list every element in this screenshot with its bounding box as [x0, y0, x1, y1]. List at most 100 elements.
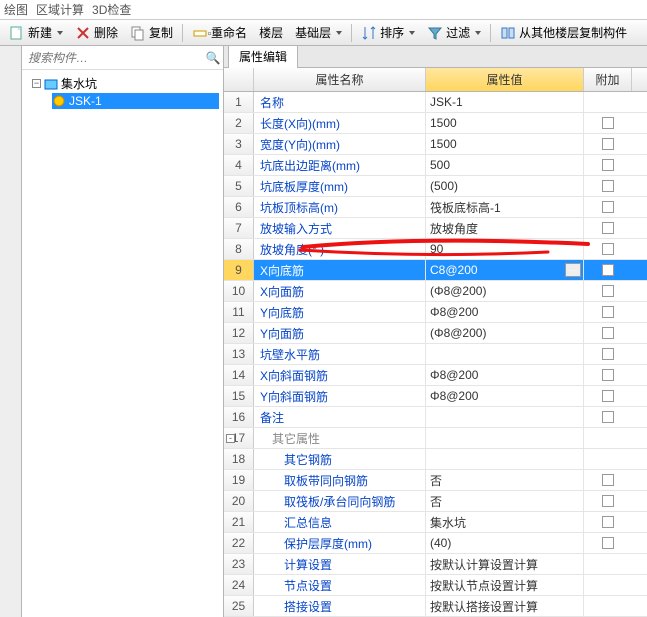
property-row[interactable]: 15Y向斜面钢筋Φ8@200: [224, 386, 647, 407]
property-name: Y向底筋: [254, 302, 426, 322]
menu-item[interactable]: 绘图: [4, 1, 28, 18]
extra-checkbox[interactable]: [602, 390, 614, 402]
property-value[interactable]: 筏板底标高-1: [426, 197, 584, 217]
grid-header: 属性名称 属性值 附加: [224, 68, 647, 92]
property-name: 长度(X向)(mm): [254, 113, 426, 133]
extra-checkbox[interactable]: [602, 159, 614, 171]
extra-checkbox[interactable]: [602, 180, 614, 192]
extra-checkbox[interactable]: [602, 306, 614, 318]
new-button[interactable]: 新建: [4, 21, 68, 44]
search-input[interactable]: [22, 51, 203, 65]
property-row[interactable]: 14X向斜面钢筋Φ8@200: [224, 365, 647, 386]
property-value[interactable]: Φ8@200: [426, 386, 584, 406]
property-row[interactable]: 23计算设置按默认计算设置计算: [224, 554, 647, 575]
property-row[interactable]: 2长度(X向)(mm)1500: [224, 113, 647, 134]
property-row[interactable]: 17-其它属性: [224, 428, 647, 449]
property-row[interactable]: 25搭接设置按默认搭接设置计算: [224, 596, 647, 617]
extra-checkbox[interactable]: [602, 327, 614, 339]
property-value[interactable]: 按默认搭接设置计算: [426, 596, 584, 616]
menu-item[interactable]: 3D检查: [92, 1, 131, 18]
extra-checkbox[interactable]: [602, 537, 614, 549]
property-value[interactable]: (Φ8@200): [426, 323, 584, 343]
property-row[interactable]: 10X向面筋(Φ8@200): [224, 281, 647, 302]
property-row[interactable]: 4坑底出边距离(mm)500: [224, 155, 647, 176]
menu-item[interactable]: 区域计算: [36, 1, 84, 18]
property-row[interactable]: 5坑底板厚度(mm)(500): [224, 176, 647, 197]
col-header-extra[interactable]: 附加: [584, 68, 632, 91]
property-row[interactable]: 18其它钢筋: [224, 449, 647, 470]
extra-checkbox[interactable]: [602, 285, 614, 297]
property-value[interactable]: 90: [426, 239, 584, 259]
property-value[interactable]: (40): [426, 533, 584, 553]
collapse-icon[interactable]: -: [226, 434, 235, 443]
property-value[interactable]: Φ8@200: [426, 302, 584, 322]
copy-icon: [130, 25, 146, 41]
property-value[interactable]: 放坡角度: [426, 218, 584, 238]
tree-node-item[interactable]: JSK-1: [52, 93, 219, 109]
property-row[interactable]: 21汇总信息集水坑: [224, 512, 647, 533]
extra-checkbox[interactable]: [602, 348, 614, 360]
extra-checkbox[interactable]: [602, 201, 614, 213]
property-value[interactable]: 500: [426, 155, 584, 175]
extra-checkbox[interactable]: [602, 516, 614, 528]
extra-checkbox[interactable]: [602, 243, 614, 255]
col-header-value[interactable]: 属性值: [426, 68, 584, 91]
property-row[interactable]: 6坑板顶标高(m)筏板底标高-1: [224, 197, 647, 218]
property-row[interactable]: 20取筏板/承台同向钢筋否: [224, 491, 647, 512]
property-value[interactable]: 否: [426, 491, 584, 511]
property-row[interactable]: 16备注: [224, 407, 647, 428]
property-row[interactable]: 24节点设置按默认节点设置计算: [224, 575, 647, 596]
property-name: X向斜面钢筋: [254, 365, 426, 385]
property-value[interactable]: 按默认计算设置计算: [426, 554, 584, 574]
tree-node-root[interactable]: − 集水坑: [32, 74, 219, 93]
property-value[interactable]: [426, 407, 584, 427]
property-value[interactable]: [426, 428, 584, 448]
delete-button[interactable]: 删除: [70, 21, 123, 44]
property-value[interactable]: 按默认节点设置计算: [426, 575, 584, 595]
col-header-name[interactable]: 属性名称: [254, 68, 426, 91]
property-value[interactable]: 否: [426, 470, 584, 490]
extra-checkbox[interactable]: [602, 369, 614, 381]
property-value[interactable]: [426, 344, 584, 364]
extra-checkbox[interactable]: [602, 411, 614, 423]
floor-button[interactable]: 楼层: [254, 21, 288, 44]
property-row[interactable]: 13坑壁水平筋: [224, 344, 647, 365]
tab-property-edit[interactable]: 属性编辑: [228, 46, 298, 68]
property-value[interactable]: 1500: [426, 113, 584, 133]
sort-button[interactable]: 排序: [356, 21, 420, 44]
filter-button[interactable]: 过滤: [422, 21, 486, 44]
property-value[interactable]: [426, 449, 584, 469]
property-row[interactable]: 3宽度(Y向)(mm)1500: [224, 134, 647, 155]
property-row[interactable]: 9X向底筋C8@200⋯: [224, 260, 647, 281]
property-value[interactable]: Φ8@200: [426, 365, 584, 385]
property-row[interactable]: 1名称JSK-1: [224, 92, 647, 113]
property-row[interactable]: 11Y向底筋Φ8@200: [224, 302, 647, 323]
item-icon: [52, 94, 66, 108]
extra-checkbox[interactable]: [602, 138, 614, 150]
pin-icon[interactable]: ▫ ×: [208, 28, 221, 40]
collapse-icon[interactable]: −: [32, 79, 41, 88]
property-value[interactable]: 1500: [426, 134, 584, 154]
base-floor-button[interactable]: 基础层: [290, 21, 347, 44]
copy-from-floor-button[interactable]: 从其他楼层复制构件: [495, 21, 632, 44]
extra-cell: [584, 117, 632, 129]
extra-checkbox[interactable]: [602, 222, 614, 234]
property-name: 取板带同向钢筋: [254, 470, 426, 490]
property-value[interactable]: JSK-1: [426, 92, 584, 112]
property-row[interactable]: 12Y向面筋(Φ8@200): [224, 323, 647, 344]
property-value[interactable]: (500): [426, 176, 584, 196]
property-value[interactable]: (Φ8@200): [426, 281, 584, 301]
property-row[interactable]: 19取板带同向钢筋否: [224, 470, 647, 491]
more-icon[interactable]: ⋯: [565, 263, 581, 277]
search-icon[interactable]: 🔍: [203, 51, 223, 65]
property-value[interactable]: 集水坑: [426, 512, 584, 532]
extra-checkbox[interactable]: [602, 474, 614, 486]
extra-checkbox[interactable]: [602, 264, 614, 276]
property-row[interactable]: 8放坡角度(° )90: [224, 239, 647, 260]
extra-checkbox[interactable]: [602, 117, 614, 129]
copy-button[interactable]: 复制: [125, 21, 178, 44]
property-value[interactable]: C8@200⋯: [426, 260, 584, 280]
property-row[interactable]: 7放坡输入方式放坡角度: [224, 218, 647, 239]
property-row[interactable]: 22保护层厚度(mm)(40): [224, 533, 647, 554]
extra-checkbox[interactable]: [602, 495, 614, 507]
